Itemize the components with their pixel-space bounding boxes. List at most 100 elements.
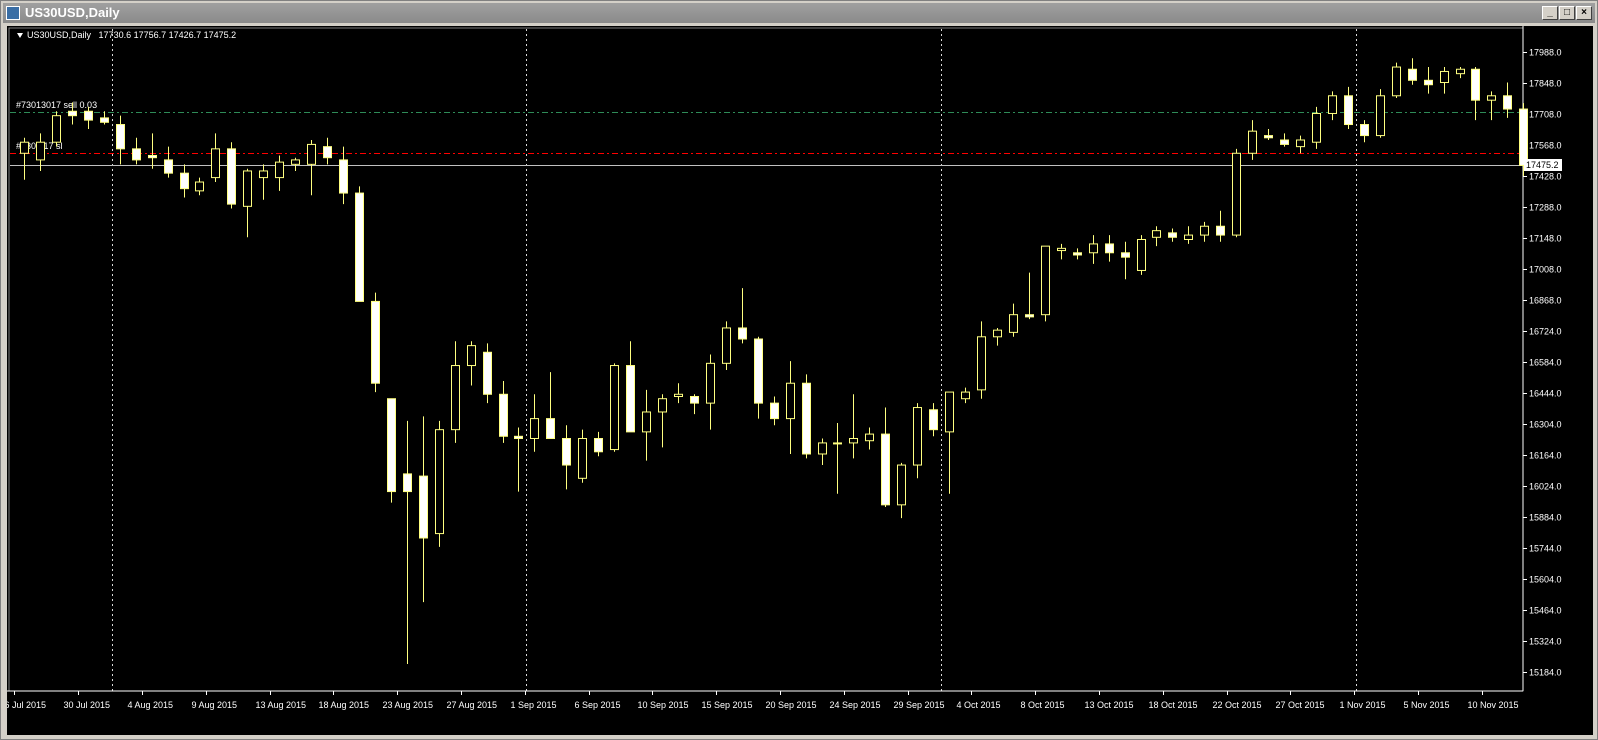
bear-candle: [164, 159, 173, 174]
bull-candle: [1487, 95, 1496, 101]
bull-candle: [467, 345, 476, 367]
bear-candle: [355, 192, 364, 302]
price-tick-label: 17848.0: [1529, 79, 1562, 89]
bull-candle: [913, 407, 922, 466]
bear-candle: [802, 382, 811, 455]
bear-candle: [690, 395, 699, 404]
price-tick-label: 17568.0: [1529, 141, 1562, 151]
bear-candle: [1280, 139, 1289, 145]
bull-candle: [849, 438, 858, 444]
bear-candle: [116, 124, 125, 150]
bear-candle: [770, 402, 779, 420]
time-tick-label: 27 Oct 2015: [1276, 700, 1325, 710]
window-title: US30USD,Daily: [25, 5, 120, 20]
bull-candle: [833, 442, 842, 445]
bear-candle: [1216, 225, 1225, 236]
bear-candle: [483, 351, 492, 395]
bear-candle: [387, 398, 396, 493]
price-tick-label: 15744.0: [1529, 544, 1562, 554]
price-tick-label: 16304.0: [1529, 420, 1562, 430]
bull-candle: [1376, 95, 1385, 137]
bull-candle: [1248, 130, 1257, 154]
bull-candle: [1152, 230, 1161, 238]
time-tick-label: 18 Aug 2015: [319, 700, 370, 710]
price-tick-label: 16444.0: [1529, 389, 1562, 399]
bull-candle: [1296, 139, 1305, 148]
bear-candle: [419, 475, 428, 539]
price-tick-label: 16584.0: [1529, 358, 1562, 368]
bull-candle: [307, 143, 316, 165]
price-tick-label: 17988.0: [1529, 48, 1562, 58]
time-tick-label: 22 Oct 2015: [1213, 700, 1262, 710]
price-tick-label: 16724.0: [1529, 327, 1562, 337]
minimize-button[interactable]: _: [1542, 6, 1558, 20]
bear-candle: [1408, 68, 1417, 81]
bull-candle: [211, 148, 220, 179]
bull-candle: [945, 391, 954, 433]
price-tick-label: 15324.0: [1529, 637, 1562, 647]
bull-candle: [658, 398, 667, 413]
price-tick-label: 17428.0: [1529, 172, 1562, 182]
bull-candle: [1041, 245, 1050, 316]
time-tick-label: 13 Oct 2015: [1085, 700, 1134, 710]
bull-candle: [1456, 68, 1465, 75]
bull-candle: [1137, 239, 1146, 271]
bear-candle: [1264, 135, 1273, 139]
bull-candle: [722, 327, 731, 364]
plot-frame: [8, 27, 1524, 692]
time-tick-label: 4 Oct 2015: [957, 700, 1001, 710]
time-tick-label: 1 Nov 2015: [1340, 700, 1386, 710]
time-tick-label: 8 Oct 2015: [1021, 700, 1065, 710]
bear-candle: [594, 438, 603, 453]
bull-candle: [1009, 314, 1018, 333]
bear-candle: [148, 154, 157, 159]
time-tick-label: 29 Sep 2015: [894, 700, 945, 710]
candlestick-chart[interactable]: #73013017 sell 0.03#730 017 sl17988.0178…: [7, 26, 1593, 735]
bear-candle: [1424, 79, 1433, 86]
bear-candle: [514, 435, 523, 440]
bull-candle: [1057, 247, 1066, 252]
bull-candle: [578, 438, 587, 479]
close-button[interactable]: ×: [1576, 6, 1592, 20]
bear-candle: [403, 473, 412, 493]
time-tick-label: 10 Nov 2015: [1468, 700, 1519, 710]
current-price-label: 17475.2: [1526, 160, 1559, 170]
maximize-button[interactable]: □: [1559, 6, 1575, 20]
price-tick-label: 17148.0: [1529, 234, 1562, 244]
bear-candle: [1105, 243, 1114, 254]
bear-candle: [1471, 68, 1480, 101]
bull-candle: [1089, 243, 1098, 254]
bear-candle: [339, 159, 348, 194]
order-label: #73013017 sell 0.03: [16, 100, 97, 110]
bear-candle: [1344, 95, 1353, 126]
bull-candle: [195, 181, 204, 192]
time-tick-label: 18 Oct 2015: [1149, 700, 1198, 710]
time-tick-label: 20 Sep 2015: [766, 700, 817, 710]
bear-candle: [323, 146, 332, 159]
price-tick-label: 15884.0: [1529, 513, 1562, 523]
time-tick-label: 24 Sep 2015: [830, 700, 881, 710]
bull-candle: [786, 382, 795, 420]
bear-candle: [1025, 314, 1034, 318]
bull-candle: [897, 464, 906, 506]
collapse-arrow-icon[interactable]: [17, 33, 23, 39]
bull-candle: [52, 115, 61, 143]
chart-canvas[interactable]: #73013017 sell 0.03#730 017 sl17988.0178…: [7, 26, 1593, 735]
price-tick-label: 15464.0: [1529, 606, 1562, 616]
title-bar[interactable]: US30USD,Daily _ □ ×: [3, 3, 1595, 23]
ohlc-values: 17730.6 17756.7 17426.7 17475.2: [98, 30, 237, 40]
bull-candle: [1328, 95, 1337, 114]
bull-candle: [243, 170, 252, 207]
bull-candle: [1232, 152, 1241, 236]
bear-candle: [626, 365, 635, 433]
time-tick-label: 27 Aug 2015: [447, 700, 498, 710]
bull-candle: [36, 141, 45, 161]
bull-candle: [275, 161, 284, 179]
time-tick-label: 30 Jul 2015: [64, 700, 111, 710]
bear-candle: [1168, 232, 1177, 238]
time-tick-label: 26 Jul 2015: [7, 700, 46, 710]
bull-candle: [435, 429, 444, 535]
bull-candle: [706, 362, 715, 404]
price-tick-label: 17288.0: [1529, 203, 1562, 213]
bear-candle: [132, 148, 141, 161]
